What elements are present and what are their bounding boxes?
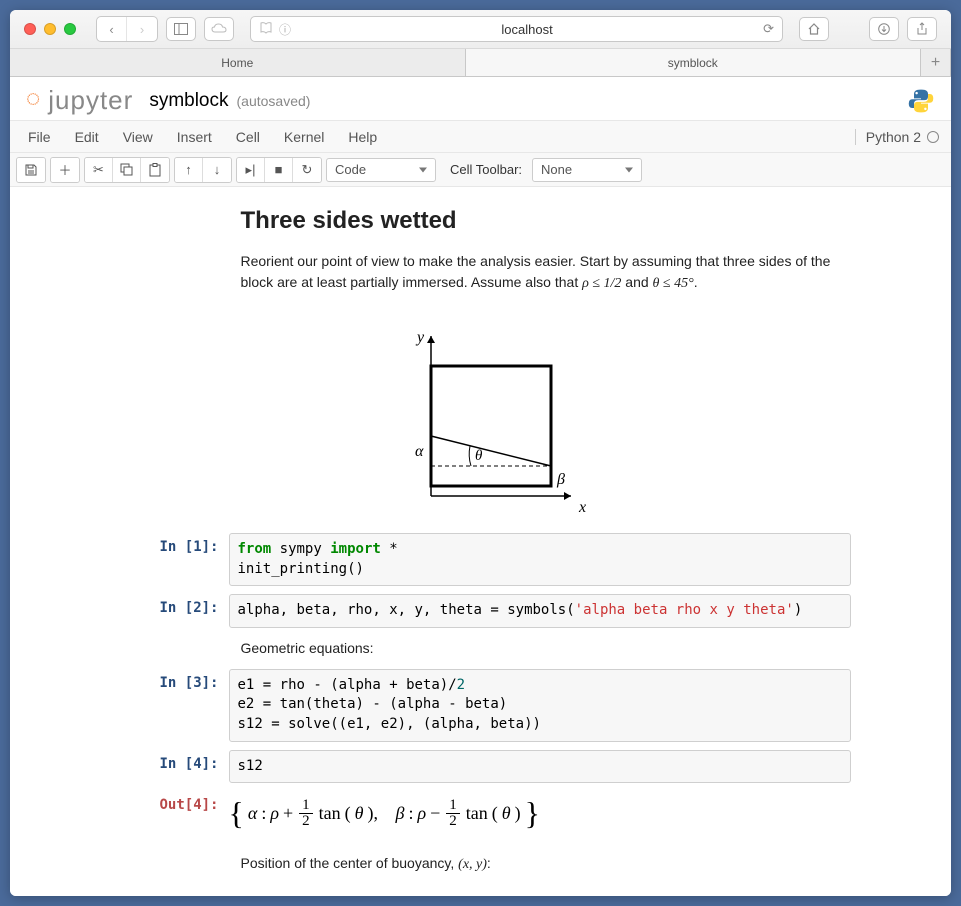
maximize-window-icon[interactable] bbox=[64, 23, 76, 35]
kernel-name: Python 2 bbox=[866, 129, 921, 145]
geom-eq-text: Geometric equations: bbox=[241, 640, 374, 656]
y-axis-label: y bbox=[415, 329, 425, 346]
x-axis-label: x bbox=[578, 499, 586, 516]
menu-insert[interactable]: Insert bbox=[165, 123, 224, 151]
autosave-status: (autosaved) bbox=[237, 93, 311, 109]
markdown-geometric[interactable]: Geometric equations: bbox=[111, 632, 851, 665]
menu-bar: File Edit View Insert Cell Kernel Help P… bbox=[10, 121, 951, 153]
tab-bar: Home symblock + bbox=[10, 48, 951, 76]
notebook-toolbar: ＋ ✂ ↑ ↓ ▸| ■ ↻ Code Cell Toolbar: None bbox=[10, 153, 951, 187]
forward-button[interactable]: › bbox=[127, 17, 157, 41]
add-cell-button[interactable]: ＋ bbox=[51, 158, 79, 182]
browser-toolbar: ‹ › ⓘ localhost ⟳ bbox=[10, 10, 951, 48]
interrupt-button[interactable]: ■ bbox=[265, 158, 293, 182]
menu-help[interactable]: Help bbox=[336, 123, 389, 151]
code-area-1[interactable]: from sympy import * init_printing() bbox=[229, 533, 851, 586]
reload-icon[interactable]: ⟳ bbox=[763, 21, 774, 37]
theta-label: θ bbox=[475, 448, 483, 464]
markdown-cob[interactable]: Position of the center of buoyancy, (x, … bbox=[111, 839, 851, 881]
in-prompt-4: In [4]: bbox=[111, 750, 229, 784]
nav-buttons: ‹ › bbox=[96, 16, 158, 42]
code-cell-4[interactable]: In [4]: s12 bbox=[111, 746, 851, 788]
home-button[interactable] bbox=[799, 17, 829, 41]
intro-paragraph: Reorient our point of view to make the a… bbox=[241, 251, 851, 294]
move-up-button[interactable]: ↑ bbox=[175, 158, 203, 182]
code-cell-1[interactable]: In [1]: from sympy import * init_printin… bbox=[111, 529, 851, 590]
browser-chrome: ‹ › ⓘ localhost ⟳ bbox=[10, 10, 951, 77]
menus: File Edit View Insert Cell Kernel Help bbox=[16, 123, 389, 151]
menu-file[interactable]: File bbox=[16, 123, 63, 151]
url-text: localhost bbox=[297, 22, 757, 37]
window-controls bbox=[24, 23, 76, 35]
sidebar-button[interactable] bbox=[166, 17, 196, 41]
save-button[interactable] bbox=[17, 158, 45, 182]
cloud-button[interactable] bbox=[204, 17, 234, 41]
tab-home[interactable]: Home bbox=[10, 49, 466, 76]
address-bar[interactable]: ⓘ localhost ⟳ bbox=[250, 16, 783, 42]
info-icon: ⓘ bbox=[279, 21, 291, 38]
menu-kernel[interactable]: Kernel bbox=[272, 123, 336, 151]
in-prompt-2: In [2]: bbox=[111, 594, 229, 628]
kernel-indicator: Python 2 bbox=[855, 129, 945, 145]
close-window-icon[interactable] bbox=[24, 23, 36, 35]
math-output-4: { α : ρ + 12 tan (θ), β : ρ − 12 tan bbox=[229, 791, 851, 835]
restart-button[interactable]: ↻ bbox=[293, 158, 321, 182]
new-tab-button[interactable]: + bbox=[921, 49, 951, 76]
notebook-name[interactable]: symblock bbox=[149, 90, 228, 112]
cell-toolbar-label: Cell Toolbar: bbox=[450, 162, 522, 177]
notebook-header: ◌ jupyter symblock (autosaved) bbox=[10, 77, 951, 121]
code-cell-2[interactable]: In [2]: alpha, beta, rho, x, y, theta = … bbox=[111, 590, 851, 632]
move-down-button[interactable]: ↓ bbox=[203, 158, 231, 182]
back-button[interactable]: ‹ bbox=[97, 17, 127, 41]
cell-type-select[interactable]: Code bbox=[326, 158, 436, 182]
copy-button[interactable] bbox=[113, 158, 141, 182]
share-button[interactable] bbox=[907, 17, 937, 41]
in-prompt-1: In [1]: bbox=[111, 533, 229, 586]
run-button[interactable]: ▸| bbox=[237, 158, 265, 182]
python-logo-icon bbox=[907, 87, 935, 115]
markdown-cell-heading[interactable]: Three sides wetted Reorient our point of… bbox=[111, 193, 851, 316]
code-cell-3[interactable]: In [3]: e1 = rho - (alpha + beta)/2 e2 =… bbox=[111, 665, 851, 746]
tab-symblock[interactable]: symblock bbox=[466, 49, 922, 76]
cell-toolbar-select[interactable]: None bbox=[532, 158, 642, 182]
code-area-2[interactable]: alpha, beta, rho, x, y, theta = symbols(… bbox=[229, 594, 851, 628]
code-area-3[interactable]: e1 = rho - (alpha + beta)/2 e2 = tan(the… bbox=[229, 669, 851, 742]
browser-window: ‹ › ⓘ localhost ⟳ bbox=[10, 10, 951, 896]
downloads-button[interactable] bbox=[869, 17, 899, 41]
out-prompt-4: Out[4]: bbox=[111, 791, 229, 835]
menu-cell[interactable]: Cell bbox=[224, 123, 272, 151]
menu-edit[interactable]: Edit bbox=[63, 123, 111, 151]
minimize-window-icon[interactable] bbox=[44, 23, 56, 35]
reader-icon bbox=[259, 22, 273, 37]
notebook-body[interactable]: Three sides wetted Reorient our point of… bbox=[10, 187, 951, 896]
beta-label: β bbox=[556, 471, 565, 488]
in-prompt-3: In [3]: bbox=[111, 669, 229, 742]
kernel-status-icon bbox=[927, 131, 939, 143]
jupyter-logo[interactable]: ◌ jupyter symblock (autosaved) bbox=[26, 85, 310, 116]
output-cell-4: Out[4]: { α : ρ + 12 tan (θ), β : ρ bbox=[111, 787, 851, 839]
code-area-4[interactable]: s12 bbox=[229, 750, 851, 784]
block-diagram: x y θ α β bbox=[111, 316, 851, 529]
heading-three-sides: Three sides wetted bbox=[241, 203, 851, 239]
paste-button[interactable] bbox=[141, 158, 169, 182]
cut-button[interactable]: ✂ bbox=[85, 158, 113, 182]
alpha-label: α bbox=[415, 443, 424, 460]
menu-view[interactable]: View bbox=[111, 123, 165, 151]
